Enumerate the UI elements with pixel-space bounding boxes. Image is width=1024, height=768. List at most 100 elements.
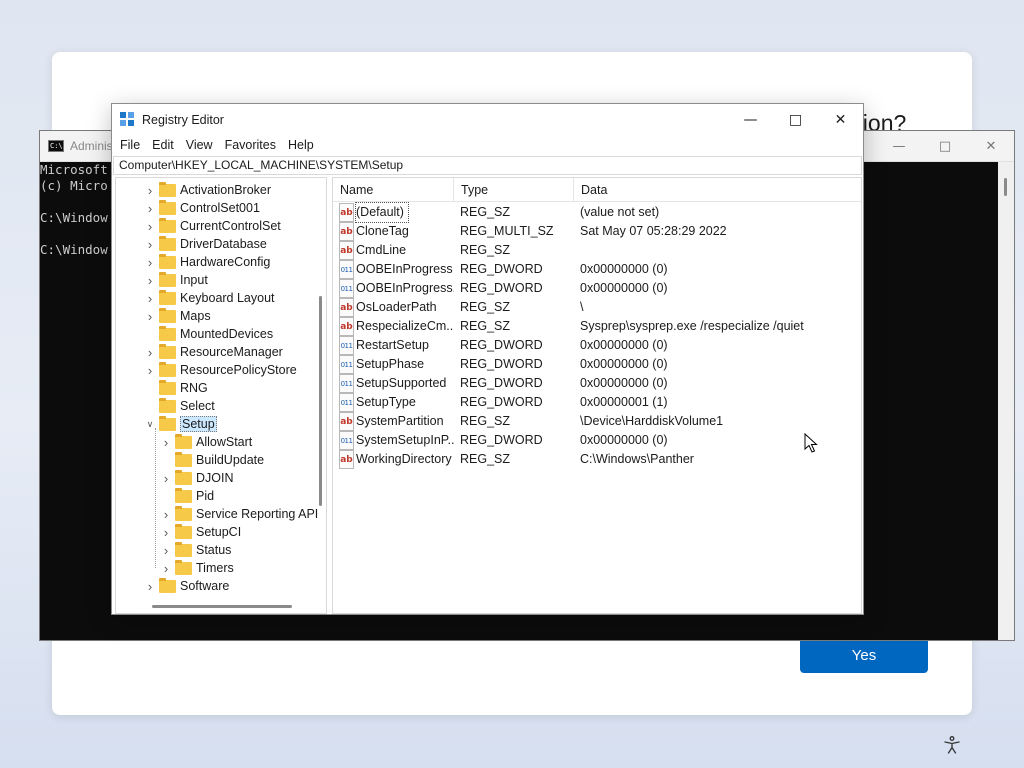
value-type: REG_SZ: [460, 300, 511, 314]
tree-item[interactable]: MountedDevices: [144, 325, 273, 343]
binary-value-icon: 011: [339, 279, 354, 298]
value-row[interactable]: 011 SetupType REG_DWORD 0x00000001 (1): [333, 393, 861, 412]
value-row[interactable]: ab OsLoaderPath REG_SZ \: [333, 298, 861, 317]
tree-horizontal-scrollbar[interactable]: [116, 601, 315, 613]
tree-item[interactable]: › Maps: [144, 307, 211, 325]
yes-button[interactable]: Yes: [800, 637, 928, 673]
cmd-minimize-icon[interactable]: —: [876, 131, 922, 162]
tree-item[interactable]: › HardwareConfig: [144, 253, 270, 271]
tree-item-label: AllowStart: [196, 435, 253, 449]
chevron-right-icon[interactable]: ›: [160, 471, 172, 486]
value-row[interactable]: 011 SetupPhase REG_DWORD 0x00000000 (0): [333, 355, 861, 374]
value-row[interactable]: ab RespecializeCm... REG_SZ Sysprep\sysprep…: [333, 317, 861, 336]
value-type: REG_SZ: [460, 452, 511, 466]
folder-icon: [159, 379, 176, 395]
column-name[interactable]: Name: [333, 178, 454, 202]
menu-help[interactable]: Help: [282, 138, 320, 152]
chevron-right-icon[interactable]: ›: [144, 363, 156, 378]
value-row[interactable]: 011 RestartSetup REG_DWORD 0x00000000 (0): [333, 336, 861, 355]
tree-item[interactable]: RNG: [144, 379, 208, 397]
tree-item[interactable]: › Status: [160, 541, 231, 559]
chevron-right-icon[interactable]: ›: [144, 579, 156, 594]
chevron-right-icon[interactable]: ›: [144, 201, 156, 216]
tree-item[interactable]: BuildUpdate: [160, 451, 264, 469]
chevron-right-icon[interactable]: ›: [144, 219, 156, 234]
chevron-down-icon[interactable]: ∨: [144, 419, 156, 430]
value-row[interactable]: 011 SystemSetupInP... REG_DWORD 0x00000000 …: [333, 431, 861, 450]
minimize-icon[interactable]: —: [728, 104, 773, 135]
binary-value-icon: 011: [339, 374, 354, 393]
value-row[interactable]: ab CmdLine REG_SZ: [333, 241, 861, 260]
tree-item[interactable]: › AllowStart: [160, 433, 252, 451]
chevron-right-icon[interactable]: ›: [144, 345, 156, 360]
chevron-right-icon[interactable]: ›: [160, 507, 172, 522]
value-data: 0x00000000 (0): [580, 357, 668, 371]
value-data: 0x00000001 (1): [580, 395, 668, 409]
tree-item[interactable]: › ResourcePolicyStore: [144, 361, 297, 379]
menu-favorites[interactable]: Favorites: [219, 138, 282, 152]
chevron-right-icon[interactable]: ›: [144, 273, 156, 288]
menu-view[interactable]: View: [180, 138, 219, 152]
folder-icon: [159, 415, 176, 431]
tree-item[interactable]: › Input: [144, 271, 208, 289]
tree-item[interactable]: ∨ Setup: [144, 415, 217, 433]
value-name: OsLoaderPath: [356, 300, 437, 314]
chevron-right-icon[interactable]: ›: [160, 543, 172, 558]
registry-app-icon: [120, 112, 135, 127]
key-tree[interactable]: › ActivationBroker › ControlSet001 › CurrentC…: [115, 177, 327, 614]
tree-item[interactable]: › Timers: [160, 559, 234, 577]
tree-item-label: ResourcePolicyStore: [180, 363, 297, 377]
folder-icon: [159, 235, 176, 251]
value-row[interactable]: 011 SetupSupported REG_DWORD 0x00000000 (0): [333, 374, 861, 393]
tree-item[interactable]: Select: [144, 397, 215, 415]
cmd-scrollbar[interactable]: [998, 162, 1014, 640]
chevron-right-icon[interactable]: ›: [144, 255, 156, 270]
tree-item[interactable]: › Keyboard Layout: [144, 289, 275, 307]
tree-item[interactable]: › Software: [144, 577, 229, 595]
value-data: [580, 241, 860, 260]
values-pane[interactable]: Name Type Data ab (Default) REG_SZ (value n…: [332, 177, 862, 614]
chevron-right-icon[interactable]: ›: [144, 237, 156, 252]
tree-item[interactable]: › ControlSet001: [144, 199, 260, 217]
tree-item-label: Software: [180, 579, 230, 593]
folder-icon: [159, 343, 176, 359]
accessibility-icon[interactable]: [942, 735, 962, 755]
menu-file[interactable]: File: [114, 138, 146, 152]
tree-item[interactable]: › Service Reporting API: [160, 505, 318, 523]
column-type[interactable]: Type: [454, 178, 574, 202]
tree-item[interactable]: › ResourceManager: [144, 343, 283, 361]
cmd-maximize-icon[interactable]: □: [922, 131, 968, 162]
value-row[interactable]: ab CloneTag REG_MULTI_SZ Sat May 07 05:28:2…: [333, 222, 861, 241]
tree-item-label: Maps: [180, 309, 211, 323]
tree-item[interactable]: › ActivationBroker: [144, 181, 271, 199]
tree-item[interactable]: › DJOIN: [160, 469, 234, 487]
value-name: CloneTag: [356, 224, 409, 238]
chevron-right-icon[interactable]: ›: [160, 561, 172, 576]
value-row[interactable]: 011 OOBEInProgress... REG_DWORD 0x00000000 …: [333, 279, 861, 298]
string-value-icon: ab: [339, 412, 354, 431]
folder-icon: [175, 541, 192, 557]
value-row[interactable]: ab SystemPartition REG_SZ \Device\HarddiskV…: [333, 412, 861, 431]
chevron-right-icon[interactable]: ›: [144, 291, 156, 306]
cmd-close-icon[interactable]: ✕: [968, 131, 1014, 162]
column-data[interactable]: Data: [574, 178, 861, 202]
value-data: 0x00000000 (0): [580, 281, 668, 295]
tree-item[interactable]: › CurrentControlSet: [144, 217, 281, 235]
close-icon[interactable]: ✕: [818, 104, 863, 135]
value-row[interactable]: 011 OOBEInProgress REG_DWORD 0x00000000 (0): [333, 260, 861, 279]
tree-item[interactable]: Pid: [160, 487, 214, 505]
tree-item[interactable]: › DriverDatabase: [144, 235, 267, 253]
tree-item[interactable]: › SetupCI: [160, 523, 241, 541]
value-row[interactable]: ab WorkingDirectory REG_SZ C:\Windows\Panth…: [333, 450, 861, 469]
chevron-right-icon[interactable]: ›: [160, 525, 172, 540]
value-row[interactable]: ab (Default) REG_SZ (value not set): [333, 202, 861, 223]
chevron-right-icon[interactable]: ›: [160, 435, 172, 450]
window-title: Registry Editor: [142, 112, 224, 127]
registry-editor-window[interactable]: Registry Editor — □ ✕ File Edit View Fav…: [111, 103, 864, 615]
tree-vertical-scrollbar[interactable]: [314, 178, 326, 598]
chevron-right-icon[interactable]: ›: [144, 183, 156, 198]
menu-edit[interactable]: Edit: [146, 138, 180, 152]
maximize-icon[interactable]: □: [773, 104, 818, 135]
chevron-right-icon[interactable]: ›: [144, 309, 156, 324]
address-bar[interactable]: Computer\HKEY_LOCAL_MACHINE\SYSTEM\Setup: [113, 156, 862, 175]
